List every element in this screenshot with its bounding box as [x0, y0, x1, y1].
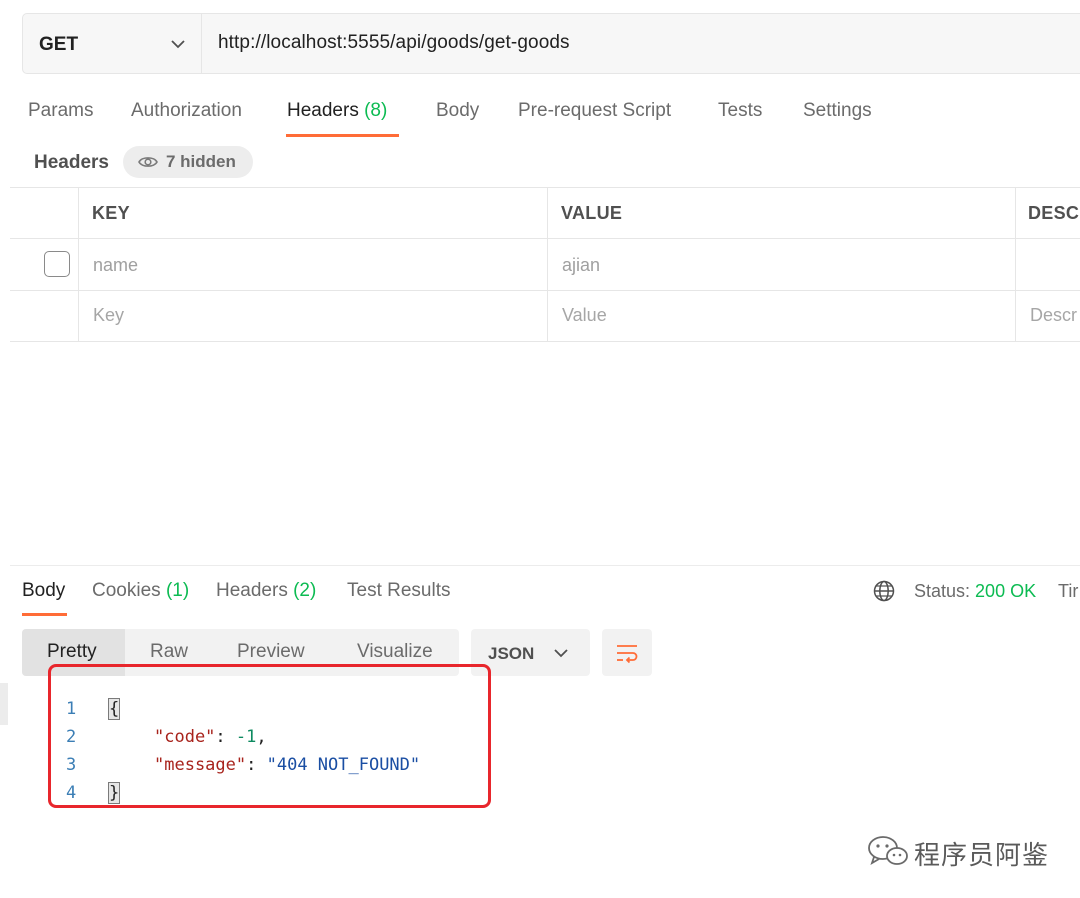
method-label: GET — [39, 34, 79, 55]
tab-settings[interactable]: Settings — [803, 100, 872, 122]
response-tab-cookies[interactable]: Cookies (1) — [92, 580, 189, 602]
wechat-icon — [868, 836, 908, 865]
column-divider — [547, 187, 548, 342]
active-tab-indicator — [286, 134, 399, 137]
response-tab-headers-count: (2) — [293, 580, 317, 601]
table-divider — [10, 238, 1080, 239]
status-indicator: Status: 200 OK — [914, 581, 1036, 602]
tab-authorization[interactable]: Authorization — [131, 100, 242, 122]
pane-divider[interactable] — [10, 565, 1080, 566]
header-row-checkbox[interactable] — [44, 251, 70, 277]
wrap-lines-icon — [617, 645, 638, 664]
view-preview-button[interactable]: Preview — [237, 641, 305, 663]
header-key-cell[interactable]: name — [93, 255, 138, 276]
response-tab-headers[interactable]: Headers (2) — [216, 580, 316, 602]
column-divider — [78, 187, 79, 342]
status-code: 200 OK — [975, 581, 1037, 601]
view-pretty-button[interactable]: Pretty — [47, 641, 97, 663]
eye-icon — [138, 157, 158, 167]
response-tab-cookies-count: (1) — [165, 580, 190, 601]
tab-headers[interactable]: Headers (8) — [287, 100, 387, 122]
url-input[interactable]: http://localhost:5555/api/goods/get-good… — [218, 32, 570, 54]
new-description-input[interactable]: Descr — [1030, 305, 1077, 326]
table-divider — [10, 341, 1080, 342]
active-response-tab-indicator — [22, 613, 67, 616]
tab-headers-label: Headers — [287, 100, 359, 121]
column-divider — [1015, 187, 1016, 342]
tab-headers-count: (8) — [364, 100, 388, 121]
tab-body[interactable]: Body — [436, 100, 479, 122]
tab-params[interactable]: Params — [28, 100, 93, 122]
column-header-value: VALUE — [561, 203, 623, 223]
table-divider — [10, 290, 1080, 291]
annotation-highlight-box — [48, 664, 491, 808]
view-raw-button[interactable]: Raw — [150, 641, 188, 663]
header-value-cell[interactable]: ajian — [562, 255, 600, 276]
column-header-description: DESC — [1028, 203, 1080, 223]
headers-section-title: Headers — [34, 152, 109, 173]
hidden-headers-label: 7 hidden — [166, 152, 236, 171]
format-label: JSON — [488, 644, 535, 663]
status-label: Status: — [914, 581, 971, 601]
response-tab-test-results[interactable]: Test Results — [347, 580, 450, 602]
tab-pre-request-script[interactable]: Pre-request Script — [518, 100, 671, 122]
chevron-down-icon — [554, 649, 568, 658]
response-tab-cookies-label: Cookies — [92, 580, 161, 601]
tab-tests[interactable]: Tests — [718, 100, 762, 122]
globe-icon[interactable] — [873, 580, 895, 602]
chevron-down-icon — [171, 40, 185, 49]
left-gutter — [0, 683, 8, 725]
table-divider — [10, 187, 1080, 188]
column-header-key: KEY — [92, 203, 130, 223]
response-tab-body[interactable]: Body — [22, 580, 65, 602]
view-visualize-button[interactable]: Visualize — [357, 641, 433, 663]
response-tab-headers-label: Headers — [216, 580, 288, 601]
new-key-input[interactable]: Key — [93, 305, 124, 326]
new-value-input[interactable]: Value — [562, 305, 607, 326]
time-label: Tir — [1058, 581, 1079, 601]
watermark-text: 程序员阿鉴 — [914, 840, 1050, 870]
